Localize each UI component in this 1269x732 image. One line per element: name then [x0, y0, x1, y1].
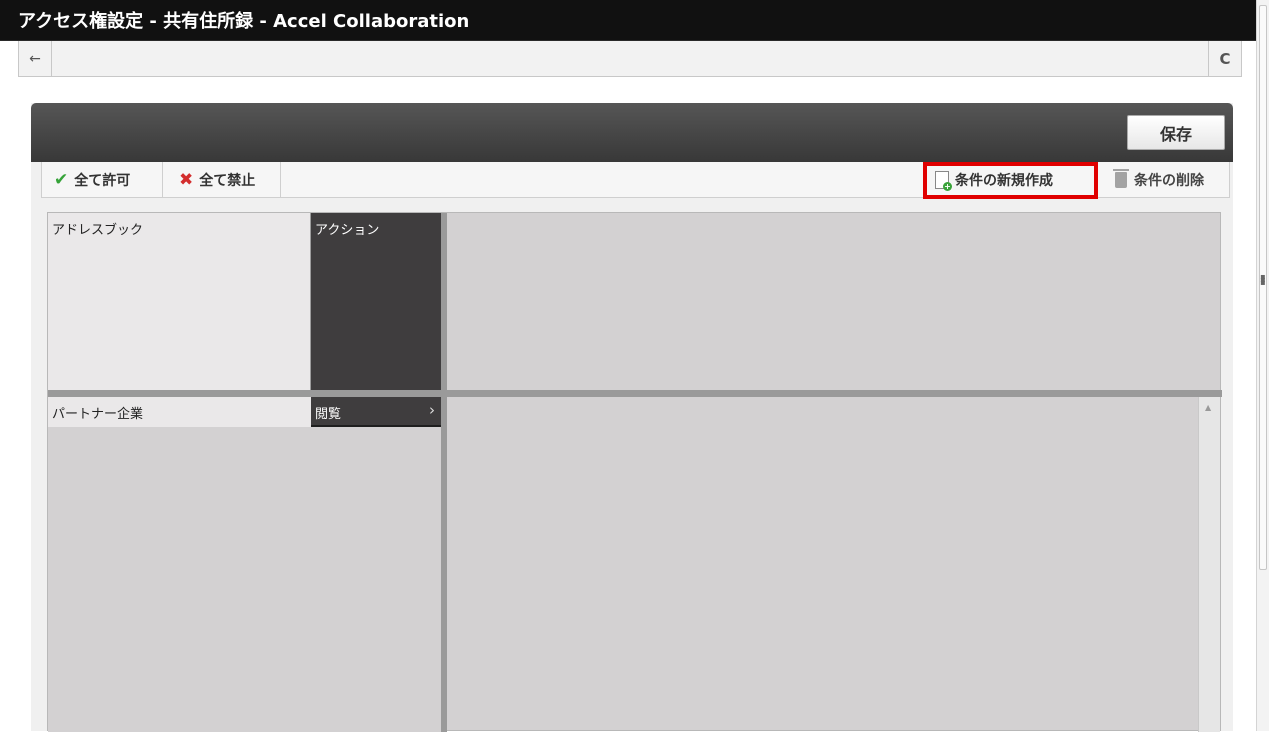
check-icon: ✔: [54, 169, 69, 190]
divider: [162, 162, 163, 197]
action-name: 閲覧: [315, 407, 342, 422]
navigation-bar: ← C: [18, 41, 1242, 77]
window-scrollbar[interactable]: ▪ ▪ ▪: [1256, 0, 1269, 731]
cross-icon: ✖: [179, 169, 194, 190]
deny-all-label: 全て禁止: [199, 172, 256, 189]
address-book-list: [48, 397, 311, 732]
back-button[interactable]: ←: [19, 41, 52, 76]
trash-icon: [1113, 168, 1129, 188]
new-document-icon: +: [935, 170, 952, 191]
reload-icon: C: [1219, 49, 1231, 68]
divider: [280, 162, 281, 197]
reload-button[interactable]: C: [1208, 41, 1241, 76]
toolbar: ✔ 全て許可 ✖ 全て禁止 + 条件の新規作成 条件の削除: [41, 162, 1230, 199]
action-header-label: アクション: [315, 223, 380, 238]
window-scrollbar-thumb[interactable]: [1259, 5, 1267, 570]
action-header: アクション: [311, 213, 441, 390]
deny-all-button[interactable]: ✖ 全て禁止: [179, 162, 255, 197]
new-condition-label: 条件の新規作成: [955, 172, 1053, 189]
allow-all-button[interactable]: ✔ 全て許可: [54, 162, 130, 197]
address-book-header-label: アドレスブック: [52, 223, 144, 238]
matrix-scrollbar[interactable]: ▲: [1198, 397, 1220, 732]
horizontal-splitter[interactable]: [48, 390, 1222, 397]
window-title-bar: アクセス権設定 - 共有住所録 - Accel Collaboration: [0, 0, 1256, 41]
panel-header: 保存: [31, 103, 1233, 162]
back-arrow-icon: ←: [29, 50, 41, 67]
address-book-name: パートナー企業: [52, 407, 144, 422]
access-settings-panel: 保存 ✔ 全て許可 ✖ 全て禁止 + 条件の新規作成 条件の削除 アドレスブック…: [31, 103, 1233, 732]
action-list: [311, 427, 441, 732]
action-row[interactable]: 閲覧 ›: [311, 397, 441, 427]
allow-all-label: 全て許可: [74, 172, 131, 189]
new-condition-button[interactable]: + 条件の新規作成: [935, 162, 1053, 197]
window-title: アクセス権設定 - 共有住所録 - Accel Collaboration: [18, 11, 470, 32]
save-button[interactable]: 保存: [1127, 115, 1225, 150]
address-book-header: アドレスブック: [48, 213, 311, 390]
access-matrix: アドレスブック アクション パートナー企業 閲覧 › ▲: [47, 212, 1222, 732]
scroll-up-icon[interactable]: ▲: [1205, 403, 1211, 412]
delete-condition-button[interactable]: 条件の削除: [1113, 162, 1204, 197]
vertical-splitter[interactable]: [441, 213, 447, 732]
grip-icon: ▪ ▪ ▪: [1260, 272, 1266, 287]
delete-condition-label: 条件の削除: [1134, 172, 1204, 189]
address-book-row[interactable]: パートナー企業: [48, 397, 311, 427]
chevron-right-icon: ›: [429, 401, 435, 419]
